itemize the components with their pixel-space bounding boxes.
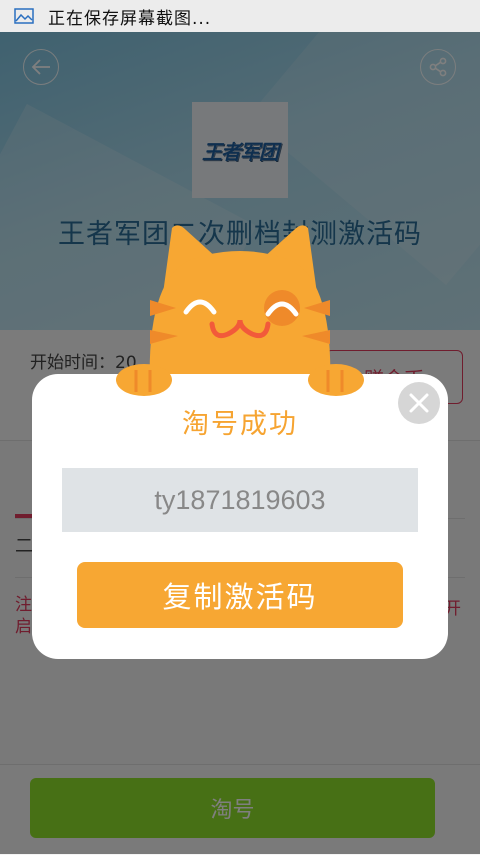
success-dialog: 淘号成功 ty1871819603 复制激活码 (32, 374, 448, 659)
status-text: 正在保存屏幕截图... (48, 8, 212, 29)
close-icon (409, 393, 429, 413)
close-button[interactable] (398, 382, 440, 424)
activation-code-field[interactable]: ty1871819603 (62, 468, 418, 532)
dialog-title: 淘号成功 (182, 409, 298, 440)
status-bar: 正在保存屏幕截图... (0, 0, 480, 32)
copy-code-button[interactable]: 复制激活码 (77, 562, 403, 628)
image-icon (14, 8, 34, 24)
